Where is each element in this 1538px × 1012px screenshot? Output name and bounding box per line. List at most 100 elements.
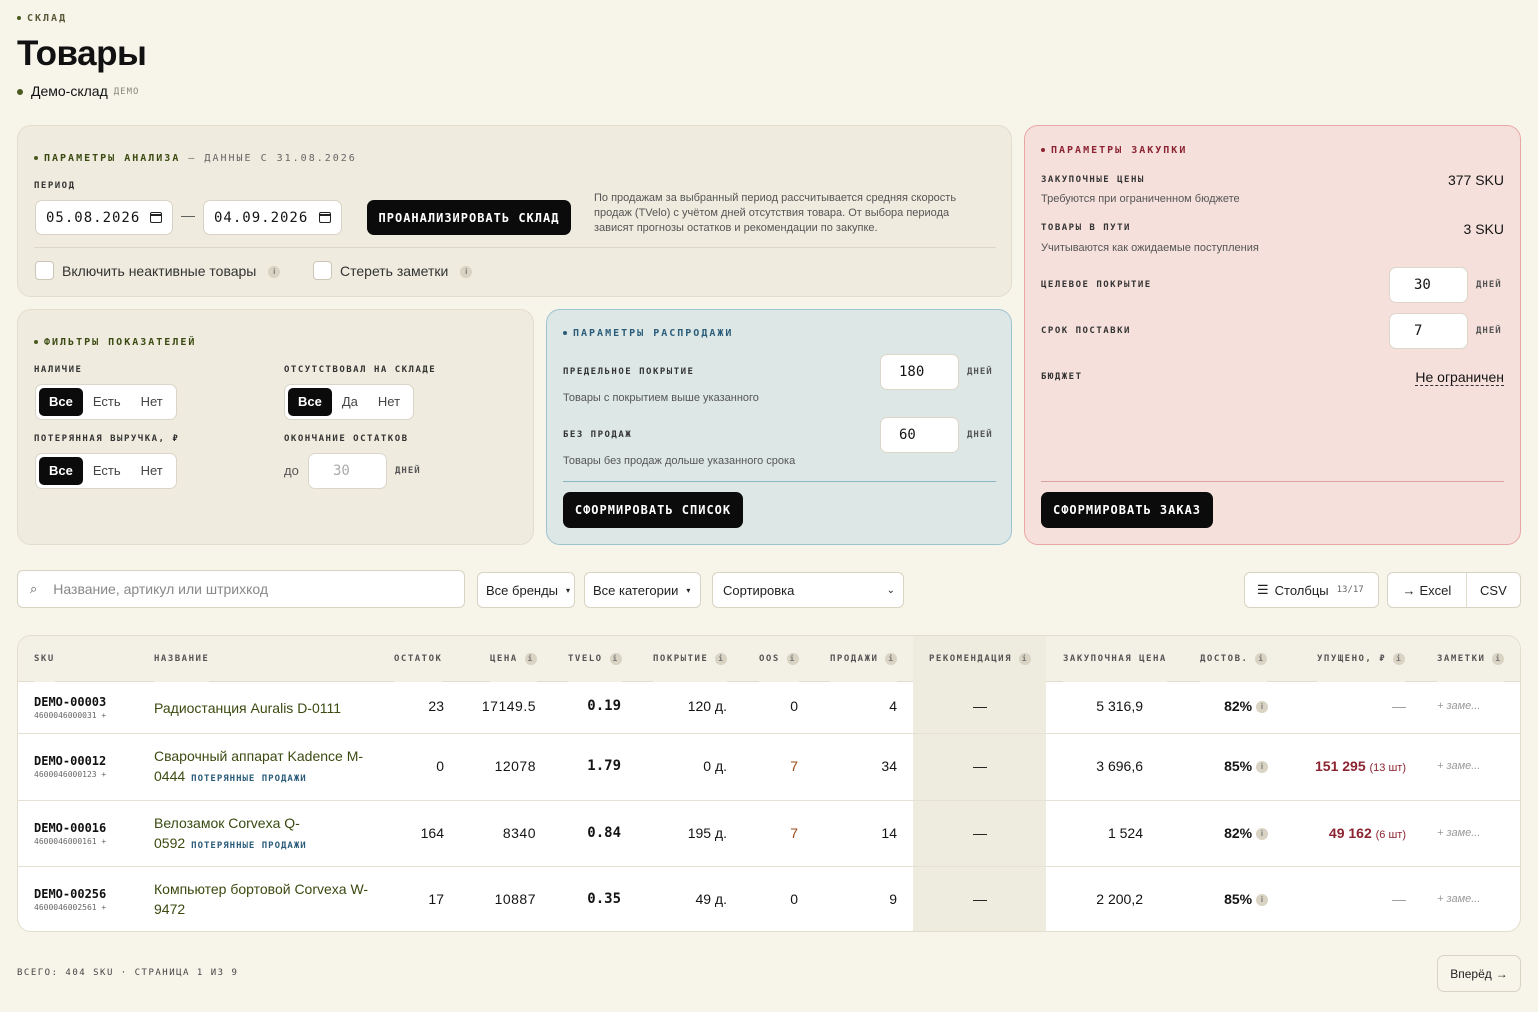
col-tvelo[interactable]: TVELO i [568, 636, 622, 682]
lead-time-input[interactable]: 7 [1389, 313, 1468, 349]
price-cell: 10887 [494, 891, 536, 907]
col-name[interactable]: НАЗВАНИЕ [154, 636, 210, 682]
availability-yes[interactable]: Есть [83, 388, 131, 416]
info-icon[interactable]: i [786, 652, 799, 665]
product-name-link[interactable]: Сварочный аппарат Kadence M-0444 ПОТЕРЯНН… [154, 746, 374, 789]
info-icon[interactable]: i [1492, 652, 1505, 665]
date-from-input[interactable]: 05.08.2026 [35, 200, 173, 235]
sort-select[interactable]: Сортировка ⌄ [712, 572, 904, 608]
add-note-button[interactable]: + заме... [1437, 827, 1480, 839]
reliability-cell: 85% i [1198, 758, 1268, 774]
info-icon[interactable]: i [609, 652, 622, 665]
col-recommendation[interactable]: РЕКОМЕНДАЦИЯ i [929, 636, 1031, 682]
table-row[interactable]: DEMO-00256 4600046002561 + Компьютер борт… [18, 867, 1520, 931]
product-name-link[interactable]: Радиостанция Auralis D-0111 [154, 698, 341, 718]
dot-icon [563, 331, 567, 335]
product-name-link[interactable]: Велозамок Corvexa Q-0592 ПОТЕРЯННЫЕ ПРОДА… [154, 813, 374, 856]
col-lost[interactable]: УПУЩЕНО, ₽ i [1317, 636, 1406, 682]
info-icon[interactable]: i [1256, 761, 1268, 774]
add-note-button[interactable]: + заме... [1437, 700, 1480, 712]
build-list-button[interactable]: СФОРМИРОВАТЬ СПИСОК [563, 492, 743, 528]
sale-title: ПАРАМЕТРЫ РАСПРОДАЖИ [563, 328, 733, 339]
col-sku[interactable]: SKU [34, 636, 55, 682]
analyze-button[interactable]: ПРОАНАЛИЗИРОВАТЬ СКЛАД [367, 200, 571, 235]
info-icon[interactable]: i [715, 652, 728, 665]
target-coverage-label: ЦЕЛЕВОЕ ПОКРЫТИЕ [1041, 280, 1152, 290]
search-input[interactable]: ⌕ Название, артикул или штрихкод [17, 570, 465, 608]
add-note-button[interactable]: + заме... [1437, 760, 1480, 772]
dot-icon [17, 16, 21, 20]
availability-all[interactable]: Все [39, 388, 83, 416]
col-coverage[interactable]: ПОКРЫТИЕ i [653, 636, 728, 682]
stock-ending-input[interactable]: 30 [308, 453, 387, 489]
chevron-down-icon: ▾ [566, 585, 571, 595]
recommendation-cell: — [973, 698, 987, 714]
col-reliability[interactable]: ДОСТОВ. i [1200, 636, 1268, 682]
col-oos[interactable]: OOS i [759, 636, 799, 682]
limit-coverage-label: ПРЕДЕЛЬНОЕ ПОКРЫТИЕ [563, 367, 695, 377]
no-sales-label: БЕЗ ПРОДАЖ [563, 430, 633, 440]
info-icon[interactable]: i [1255, 652, 1268, 665]
divider [1041, 481, 1504, 482]
col-stock[interactable]: ОСТАТОК [394, 636, 443, 682]
recommendation-cell: — [973, 825, 987, 841]
limit-coverage-input[interactable]: 180 [880, 354, 959, 390]
erase-notes-checkbox[interactable] [313, 261, 332, 280]
availability-no[interactable]: Нет [131, 388, 173, 416]
lost-all[interactable]: Все [39, 457, 83, 485]
oos-cell: 0 [790, 891, 798, 907]
info-icon[interactable]: i [1256, 701, 1268, 714]
col-notes[interactable]: ЗАМЕТКИ i [1437, 636, 1505, 682]
arrow-right-icon: → [1402, 582, 1416, 598]
include-inactive-label[interactable]: Включить неактивные товары i [62, 263, 281, 279]
columns-button[interactable]: ☰ Столбцы 13/17 [1244, 572, 1379, 608]
chevron-down-icon: ⌄ [886, 584, 895, 596]
warehouse-indicator[interactable]: Демо-склад ДЕМО [17, 83, 139, 99]
oos-yes[interactable]: Да [332, 388, 368, 416]
next-page-button[interactable]: Вперёд → [1437, 955, 1521, 992]
excel-button[interactable]: → Excel [1388, 573, 1467, 607]
stock-cell: 23 [428, 698, 444, 714]
info-icon[interactable]: i [1018, 652, 1031, 665]
target-coverage-input[interactable]: 30 [1389, 267, 1468, 303]
lost-no[interactable]: Нет [131, 457, 173, 485]
recommendation-cell: — [973, 891, 987, 907]
info-icon[interactable]: i [885, 652, 898, 665]
csv-button[interactable]: CSV [1467, 573, 1520, 607]
oos-cell: 0 [790, 698, 798, 714]
info-icon[interactable]: i [524, 652, 537, 665]
sku-cell: DEMO-00016 4600046000161 + [34, 821, 107, 846]
info-icon[interactable]: i [1393, 652, 1406, 665]
product-name-link[interactable]: Компьютер бортовой Corvexa W-9472 [154, 879, 374, 919]
lost-yes[interactable]: Есть [83, 457, 131, 485]
add-note-button[interactable]: + заме... [1437, 893, 1480, 905]
no-sales-input[interactable]: 60 [880, 417, 959, 453]
col-purchase-price[interactable]: ЗАКУПОЧНАЯ ЦЕНА [1063, 636, 1167, 682]
col-sales[interactable]: ПРОДАЖИ i [830, 636, 898, 682]
calendar-icon[interactable] [150, 212, 162, 223]
table-row[interactable]: DEMO-00016 4600046000161 + Велозамок Corv… [18, 801, 1520, 867]
brands-dropdown[interactable]: Все бренды ▾ [477, 572, 575, 608]
oos-no[interactable]: Нет [368, 388, 410, 416]
include-inactive-checkbox[interactable] [35, 261, 54, 280]
budget-link[interactable]: Не ограничен [1415, 369, 1504, 386]
erase-notes-label[interactable]: Стереть заметки i [340, 263, 473, 279]
table-row[interactable]: DEMO-00003 4600046000031 + Радиостанция A… [18, 682, 1520, 734]
tvelo-cell: 1.79 [587, 758, 621, 774]
oos-all[interactable]: Все [288, 388, 332, 416]
table-row[interactable]: DEMO-00012 4600046000123 + Сварочный аппа… [18, 734, 1520, 801]
tvelo-cell: 0.84 [587, 825, 621, 841]
info-icon[interactable]: i [1256, 894, 1268, 907]
columns-count: 13/17 [1336, 585, 1364, 595]
categories-dropdown[interactable]: Все категории ▾ [584, 572, 701, 608]
info-icon[interactable]: i [268, 266, 281, 279]
price-cell: 17149.5 [481, 698, 536, 714]
purchase-title: ПАРАМЕТРЫ ЗАКУПКИ [1041, 145, 1187, 156]
col-price[interactable]: ЦЕНА i [490, 636, 537, 682]
calendar-icon[interactable] [319, 212, 331, 223]
info-icon[interactable]: i [460, 266, 473, 279]
date-to-input[interactable]: 04.09.2026 [203, 200, 342, 235]
info-icon[interactable]: i [1256, 828, 1268, 841]
build-order-button[interactable]: СФОРМИРОВАТЬ ЗАКАЗ [1041, 492, 1213, 528]
arrow-right-icon: → [1495, 966, 1508, 981]
